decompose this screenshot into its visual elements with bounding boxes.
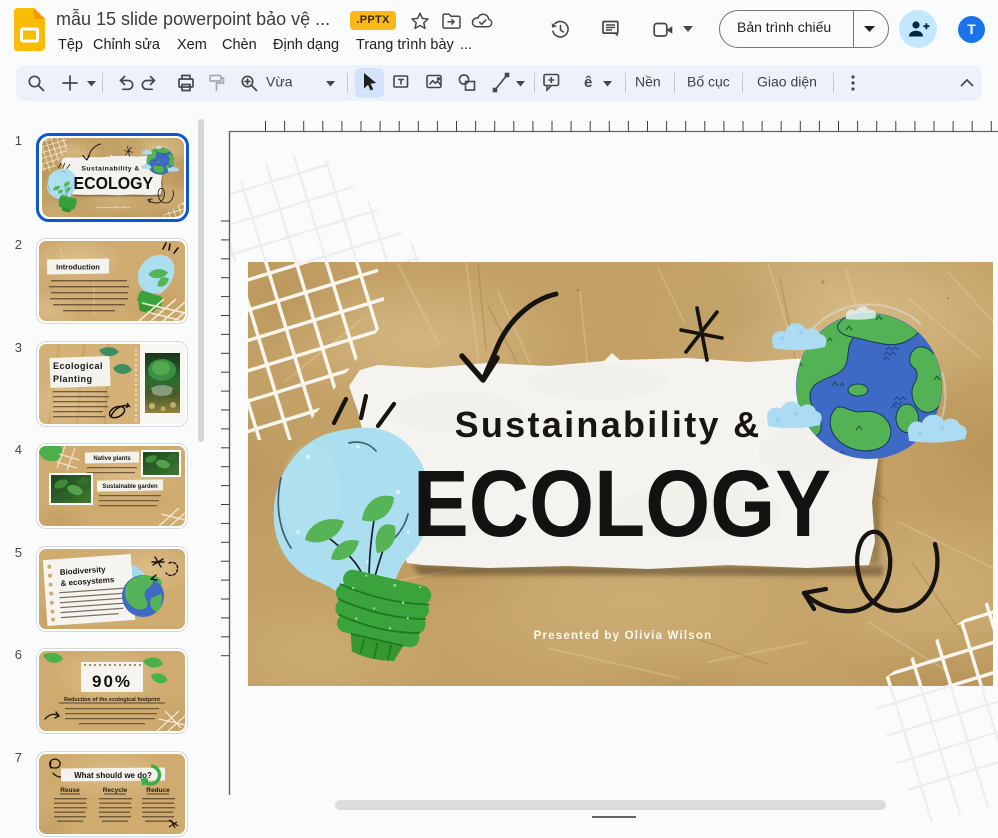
svg-text:Native plants: Native plants (93, 456, 131, 462)
svg-text:Planting: Planting (53, 374, 93, 384)
svg-text:Vừa: Vừa (266, 74, 293, 90)
svg-text:Reduce: Reduce (146, 787, 170, 794)
svg-text:Giao diện: Giao diện (757, 74, 817, 90)
svg-text:Nền: Nền (635, 74, 661, 90)
svg-text:90%: 90% (92, 672, 132, 691)
svg-text:Bố cục: Bố cục (687, 74, 730, 90)
svg-text:Reduction of the ecological fo: Reduction of the ecological footprint (64, 697, 160, 703)
svg-text:Ecological: Ecological (53, 361, 103, 371)
svg-text:Introduction: Introduction (56, 263, 100, 272)
svg-text:ê: ê (584, 74, 592, 91)
svg-text:Recycle: Recycle (103, 787, 128, 794)
svg-text:Sustainable garden: Sustainable garden (102, 484, 158, 490)
svg-text:Reuse: Reuse (60, 787, 80, 794)
